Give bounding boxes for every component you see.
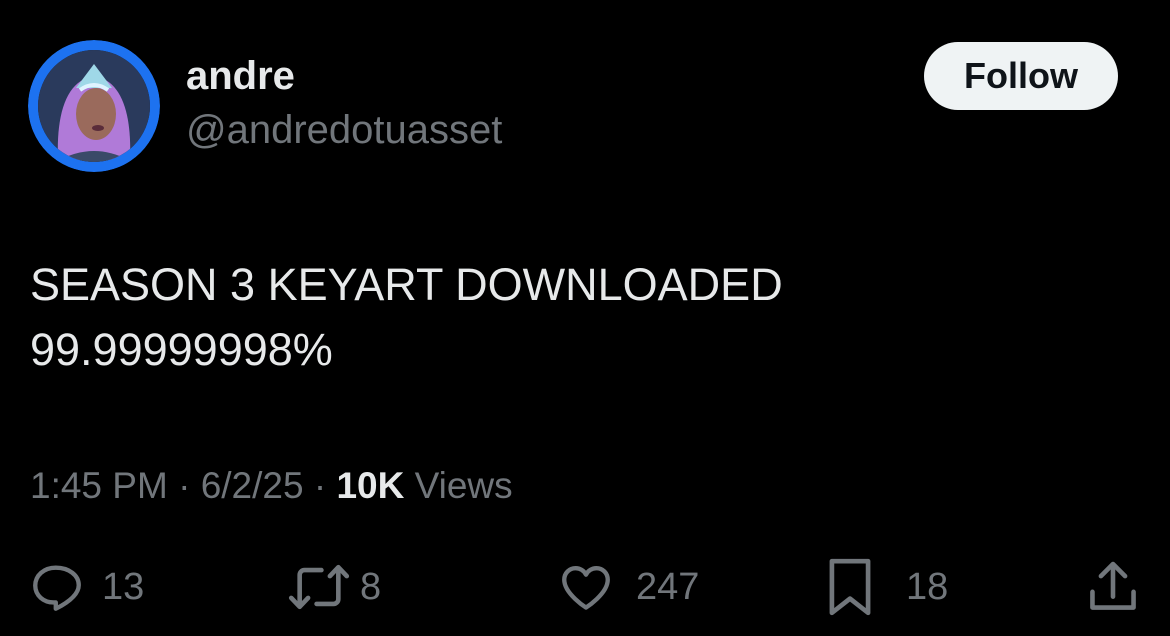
reply-count: 13 [102,566,145,608]
share-icon [1084,557,1142,617]
meta-separator: · [167,465,201,506]
repost-icon [284,558,354,616]
bookmark-icon [824,556,876,618]
meta-separator: · [303,465,337,506]
avatar-image [28,40,160,172]
reply-icon [28,558,86,616]
share-button[interactable] [1084,555,1142,619]
follow-button[interactable]: Follow [924,42,1118,110]
post-text: SEASON 3 KEYART DOWNLOADED 99.99999998% [30,259,783,375]
repost-button[interactable]: 8 [284,555,381,619]
heart-icon [556,558,616,616]
bookmark-button[interactable]: 18 [824,555,948,619]
views-label: Views [404,465,513,506]
post-date[interactable]: 6/2/25 [201,465,304,506]
reply-button[interactable]: 13 [28,555,144,619]
like-count: 247 [636,566,700,608]
action-bar: 13 8 247 18 [0,555,1170,619]
avatar[interactable] [28,40,160,172]
repost-count: 8 [360,566,382,608]
display-name[interactable]: andre [186,52,295,100]
handle[interactable]: @andredotuasset [186,106,502,154]
like-button[interactable]: 247 [556,555,699,619]
views-count: 10K [336,465,405,506]
bookmark-count: 18 [906,566,949,608]
post-time[interactable]: 1:45 PM [30,465,168,506]
post-meta: 1:45 PM · 6/2/25 · 10K Views [30,463,513,509]
